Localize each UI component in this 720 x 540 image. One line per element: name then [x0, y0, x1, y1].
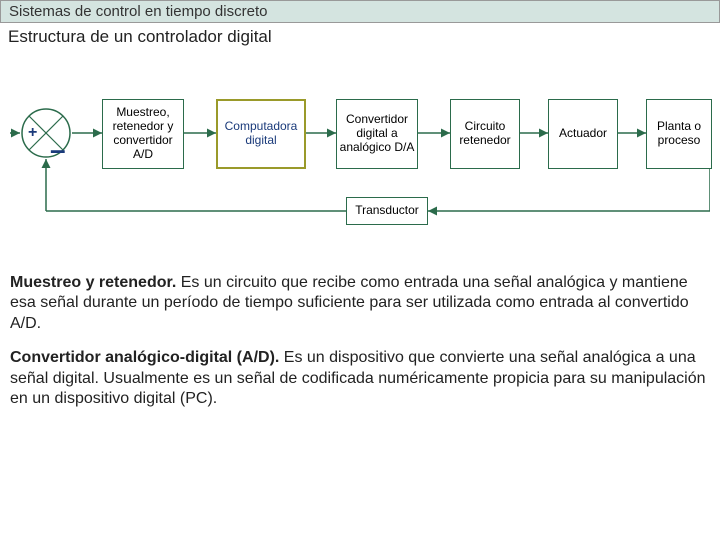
block-transducer: Transductor	[346, 197, 428, 225]
block-plant: Planta o proceso	[646, 99, 712, 169]
page-header: Sistemas de control en tiempo discreto	[0, 0, 720, 23]
paragraph-sampler: Muestreo y retenedor. Es un circuito que…	[0, 273, 720, 334]
block-actuator: Actuador	[548, 99, 618, 169]
block-sampler-ad: Muestreo, retenedor y convertidor A/D	[102, 99, 184, 169]
term-sampler: Muestreo y retenedor.	[10, 274, 176, 291]
term-ad: Convertidor analógico-digital (A/D).	[10, 349, 279, 366]
block-digital-computer: Computadora digital	[216, 99, 306, 169]
sum-plus-sign: +	[28, 124, 37, 142]
block-diagram: + – Muestreo, retenedor y convertidor A/…	[10, 69, 710, 259]
sum-minus-sign: –	[50, 145, 66, 155]
block-da-converter: Convertidor digital a analógico D/A	[336, 99, 418, 169]
block-hold-circuit: Circuito retenedor	[450, 99, 520, 169]
header-title: Sistemas de control en tiempo discreto	[9, 3, 267, 20]
paragraph-ad: Convertidor analógico-digital (A/D). Es …	[0, 348, 720, 409]
page-subtitle: Estructura de un controlador digital	[0, 23, 720, 53]
